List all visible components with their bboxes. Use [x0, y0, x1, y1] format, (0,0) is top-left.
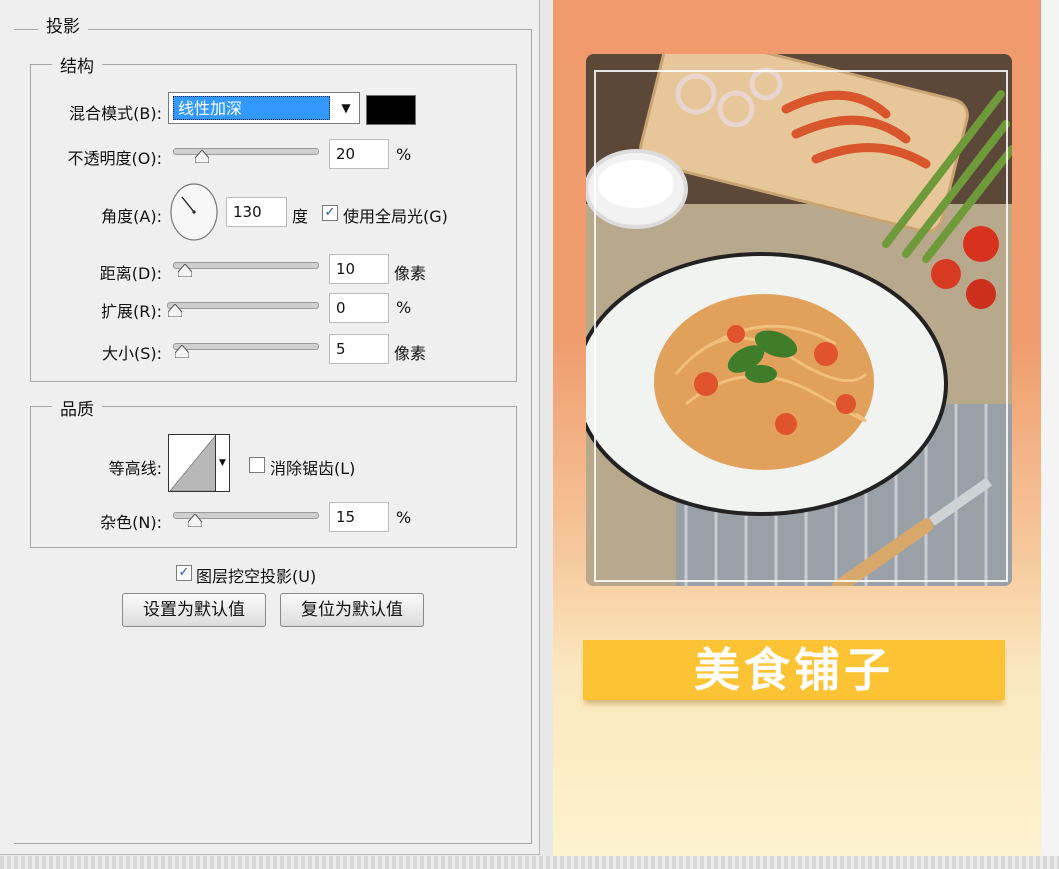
title-banner: 美食铺子 [583, 640, 1005, 700]
size-slider[interactable] [173, 337, 319, 363]
opacity-slider[interactable] [173, 142, 319, 168]
set-default-button[interactable]: 设置为默认值 [122, 593, 266, 627]
global-light-label: 使用全局光(G) [343, 207, 448, 226]
distance-label: 距离(D): [99, 264, 162, 283]
slider-thumb[interactable] [174, 345, 189, 358]
noise-unit: % [396, 508, 412, 527]
slider-track [173, 262, 319, 269]
chevron-down-icon[interactable]: ▼ [215, 435, 229, 491]
slider-track [167, 302, 319, 309]
slider-thumb[interactable] [177, 264, 192, 277]
angle-input[interactable]: 130 [226, 197, 287, 227]
blend-mode-label: 混合模式(B): [69, 104, 162, 123]
food-photo [586, 54, 1012, 586]
noise-label: 杂色(N): [100, 513, 162, 532]
noise-slider[interactable] [173, 506, 319, 532]
slider-thumb[interactable] [187, 514, 202, 527]
horizontal-ruler-strip [0, 856, 1059, 869]
contour-linear-icon [170, 435, 216, 491]
drop-shadow-title: 投影 [38, 12, 88, 37]
angle-dial[interactable] [169, 182, 219, 242]
contour-picker[interactable]: ▼ [168, 434, 230, 492]
preview-canvas: 美食铺子 [553, 0, 1041, 856]
slider-thumb[interactable] [167, 304, 182, 317]
spread-input[interactable]: 0 [329, 293, 389, 323]
layer-style-panel: 投影 结构 混合模式(B): 线性加深 ▼ 不透明度(O): 20 % 角度(A… [0, 0, 540, 855]
photo-frame [594, 70, 1008, 582]
reset-default-button[interactable]: 复位为默认值 [280, 593, 424, 627]
global-light-checkbox[interactable]: ✓ [322, 205, 338, 221]
chevron-down-icon[interactable]: ▼ [333, 93, 359, 123]
size-label: 大小(S): [101, 344, 162, 363]
angle-label: 角度(A): [101, 207, 162, 226]
size-unit: 像素 [394, 344, 427, 363]
opacity-unit: % [396, 145, 412, 164]
size-input[interactable]: 5 [329, 334, 389, 364]
vertical-scrollbar[interactable] [1041, 0, 1059, 856]
knockout-label: 图层挖空投影(U) [196, 567, 317, 586]
quality-title: 品质 [52, 395, 102, 420]
opacity-label: 不透明度(O): [67, 149, 162, 168]
distance-slider[interactable] [173, 256, 319, 282]
spread-slider[interactable] [167, 296, 319, 322]
structure-title: 结构 [52, 52, 102, 77]
blend-mode-select[interactable]: 线性加深 ▼ [168, 92, 360, 124]
noise-input[interactable]: 15 [329, 502, 389, 532]
anti-alias-checkbox[interactable] [249, 457, 265, 473]
slider-thumb[interactable] [195, 150, 210, 163]
distance-input[interactable]: 10 [329, 254, 389, 284]
spread-label: 扩展(R): [101, 302, 162, 321]
contour-label: 等高线: [108, 459, 162, 478]
distance-unit: 像素 [394, 264, 427, 283]
blend-mode-value: 线性加深 [173, 96, 330, 120]
shadow-color-swatch[interactable] [366, 95, 416, 125]
slider-track [173, 343, 319, 350]
anti-alias-label: 消除锯齿(L) [270, 459, 356, 478]
angle-unit: 度 [292, 207, 309, 226]
opacity-input[interactable]: 20 [329, 139, 389, 169]
spread-unit: % [396, 298, 412, 317]
knockout-checkbox[interactable]: ✓ [176, 565, 192, 581]
